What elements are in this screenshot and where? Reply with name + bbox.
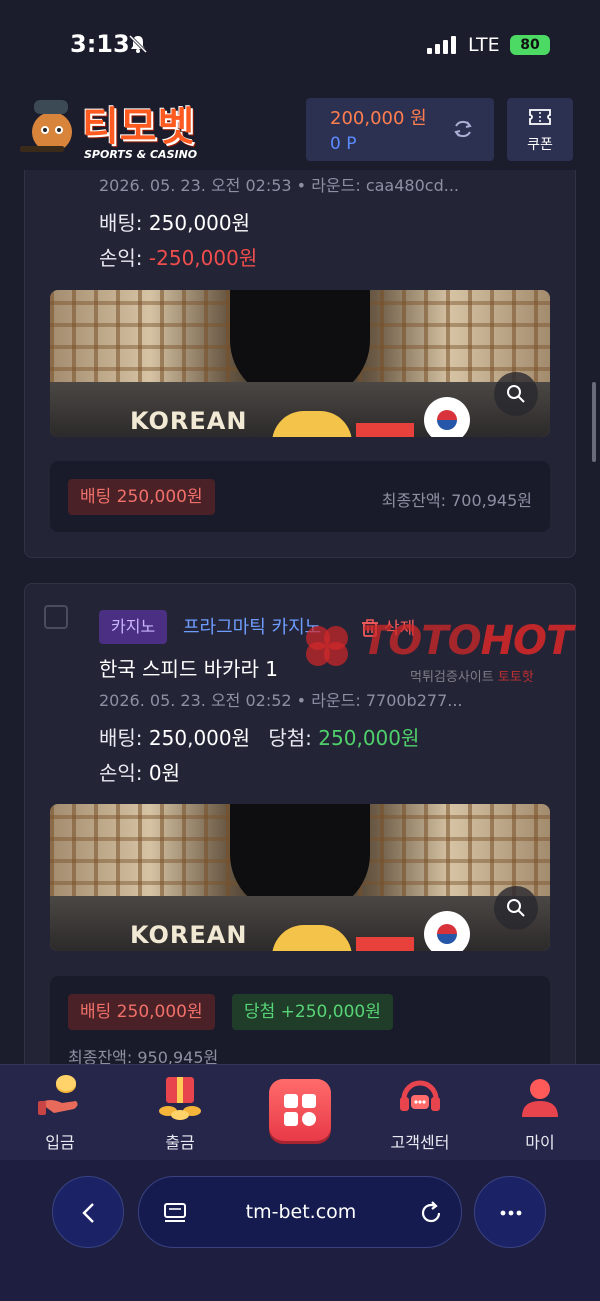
status-time: 3:13: [70, 30, 130, 58]
deposit-coins-icon: [38, 1075, 78, 1115]
profit-value: 0원: [148, 761, 181, 785]
balance-box[interactable]: 200,000 원 0 P: [306, 98, 494, 161]
nav-support[interactable]: 고객센터: [370, 1073, 470, 1153]
withdraw-gift-icon: [159, 1077, 201, 1120]
coupon-label: 쿠폰: [527, 137, 553, 153]
delete-label: 삭제: [384, 619, 416, 639]
game-thumbnail[interactable]: KOREAN: [50, 290, 550, 437]
signal-icon: [427, 36, 456, 54]
user-profile-icon: [522, 1079, 558, 1117]
back-button[interactable]: [52, 1176, 124, 1248]
korea-flag-icon: [424, 397, 470, 437]
win-amount: 250,000원: [318, 726, 420, 750]
nav-label: 마이: [525, 1133, 555, 1152]
reload-icon[interactable]: [419, 1201, 443, 1225]
bet-meta: 2026. 05. 23. 오전 02:53 • 라운드: caa480cd..…: [99, 176, 459, 195]
category-badge: 카지노: [99, 610, 168, 644]
game-image-text: KOREAN: [130, 407, 248, 435]
delete-button[interactable]: 삭제: [362, 614, 415, 639]
more-button[interactable]: [474, 1176, 546, 1248]
profit-label: 손익:: [99, 246, 143, 270]
site-logo[interactable]: 티모벳 SPORTS & CASINO: [20, 90, 230, 168]
profit-label: 손익:: [99, 761, 143, 785]
game-title: 한국 스피드 바카라 1: [99, 657, 278, 681]
nav-menu-button[interactable]: [269, 1079, 331, 1141]
win-label: 당첨:: [268, 726, 312, 750]
nav-label: 고객센터: [390, 1133, 450, 1152]
win-pill: 당첨 +250,000원: [232, 994, 393, 1030]
zoom-button[interactable]: [494, 886, 538, 930]
battery-icon: 80: [510, 35, 550, 55]
profit-value: -250,000원: [148, 246, 258, 270]
headset-support-icon: [400, 1080, 440, 1111]
bet-amount-line: 배팅: 250,000원: [99, 207, 250, 236]
more-dots-icon: [500, 1210, 522, 1216]
game-thumbnail[interactable]: KOREAN: [50, 804, 550, 951]
final-balance: 최종잔액: 700,945원: [381, 491, 532, 510]
coupon-button[interactable]: 쿠폰: [507, 98, 573, 161]
bet-pill: 배팅 250,000원: [68, 479, 215, 515]
balance-amount: 200,000 원: [330, 108, 427, 129]
status-bar: 3:13 LTE 80: [0, 0, 600, 90]
korea-flag-icon: [424, 911, 470, 951]
bet-meta: 2026. 05. 23. 오전 02:52 • 라운드: 7700b277..…: [99, 691, 463, 710]
zoom-button[interactable]: [494, 372, 538, 416]
network-type: LTE: [468, 34, 500, 56]
nav-my[interactable]: 마이: [490, 1073, 590, 1153]
bet-amount-line: 배팅: 250,000원 당첨: 250,000원: [99, 722, 419, 751]
profit-line: 손익: -250,000원: [99, 242, 257, 271]
chevron-left-icon: [82, 1203, 94, 1223]
bet-pill: 배팅 250,000원: [68, 994, 215, 1030]
profit-line: 손익: 0원: [99, 757, 180, 786]
bet-summary: 배팅 250,000원 당첨 +250,000원 최종잔액: 950,945원: [50, 976, 550, 1076]
trash-icon: [362, 619, 378, 637]
nav-deposit[interactable]: 입금: [10, 1073, 110, 1153]
refresh-icon[interactable]: [452, 118, 474, 140]
url-text: tm-bet.com: [245, 1201, 357, 1223]
browser-toolbar: tm-bet.com: [0, 1160, 600, 1301]
bell-muted-icon: [128, 34, 148, 54]
search-icon: [507, 385, 525, 403]
search-icon: [507, 899, 525, 917]
game-image-text: KOREAN: [130, 921, 248, 949]
nav-label: 출금: [165, 1133, 195, 1152]
logo-subtitle: SPORTS & CASINO: [84, 148, 198, 161]
bet-amount: 250,000원: [148, 726, 251, 750]
ticket-icon: [529, 109, 551, 125]
points-amount: 0 P: [330, 134, 357, 154]
bet-label: 배팅:: [99, 211, 143, 235]
bet-amount: 250,000원: [148, 211, 251, 235]
nav-withdraw[interactable]: 출금: [130, 1073, 230, 1153]
provider-name: 프라그마틱 카지노: [183, 617, 322, 638]
address-bar[interactable]: tm-bet.com: [138, 1176, 462, 1248]
bet-label: 배팅:: [99, 726, 143, 750]
select-checkbox[interactable]: [44, 605, 68, 629]
bet-summary: 배팅 250,000원 최종잔액: 700,945원: [50, 461, 550, 532]
logo-text: 티모벳: [82, 104, 196, 150]
nav-label: 입금: [45, 1133, 75, 1152]
scrollbar[interactable]: [592, 382, 596, 462]
mascot-icon: [20, 100, 72, 152]
